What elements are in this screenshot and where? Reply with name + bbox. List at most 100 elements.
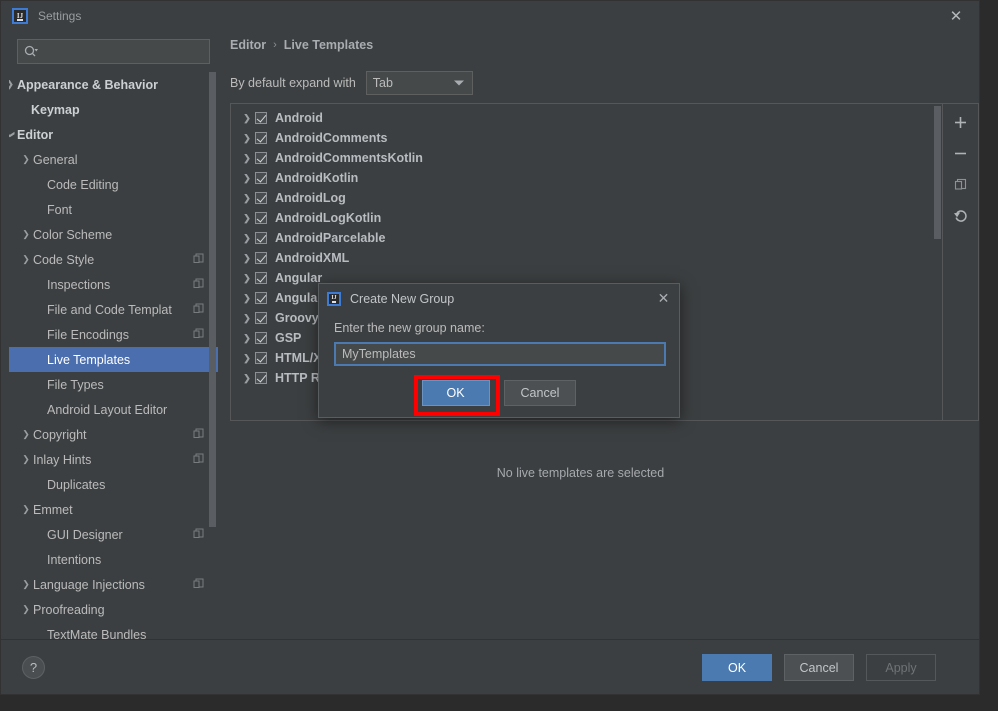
sidebar-item-file-and-code-templat[interactable]: File and Code Templat (9, 297, 218, 322)
sidebar-item-emmet[interactable]: ❯ Emmet (9, 497, 218, 522)
chevron-right-icon[interactable]: ❯ (19, 504, 33, 515)
chevron-right-icon[interactable]: ❯ (19, 229, 33, 240)
sidebar-item-code-style[interactable]: ❯ Code Style (9, 247, 218, 272)
template-group-row[interactable]: ❯ AndroidLogKotlin (231, 208, 942, 228)
template-group-row[interactable]: ❯ AndroidXML (231, 248, 942, 268)
dialog-title: Create New Group (350, 291, 455, 306)
intellij-idea-icon: IJ (12, 8, 28, 24)
settings-ok-button[interactable]: OK (702, 654, 772, 681)
settings-apply-button[interactable]: Apply (866, 654, 936, 681)
chevron-right-icon[interactable]: ❯ (9, 79, 17, 90)
group-name-input[interactable] (334, 342, 666, 366)
sidebar-item-file-encodings[interactable]: File Encodings (9, 322, 218, 347)
chevron-right-icon[interactable]: ❯ (239, 333, 255, 344)
sidebar-item-live-templates[interactable]: Live Templates (9, 347, 218, 372)
list-scrollbar-thumb[interactable] (934, 106, 941, 239)
remove-template-button[interactable] (947, 141, 975, 165)
template-group-checkbox[interactable] (255, 152, 267, 164)
template-group-checkbox[interactable] (255, 292, 267, 304)
template-group-row[interactable]: ❯ AndroidKotlin (231, 168, 942, 188)
chevron-right-icon[interactable]: ❯ (19, 254, 33, 265)
sidebar-item-color-scheme[interactable]: ❯ Color Scheme (9, 222, 218, 247)
dialog-close-icon[interactable]: ✕ (655, 290, 672, 307)
sidebar-item-font[interactable]: Font (9, 197, 218, 222)
template-group-checkbox[interactable] (255, 212, 267, 224)
chevron-right-icon[interactable]: ❯ (239, 253, 255, 264)
chevron-right-icon[interactable]: ❯ (239, 213, 255, 224)
chevron-right-icon[interactable]: ❯ (239, 233, 255, 244)
settings-sidebar: ❯Appearance & BehaviorKeymap❯Editor❯Gene… (9, 31, 218, 657)
template-group-row[interactable]: ❯ AndroidComments (231, 128, 942, 148)
sidebar-item-label: General (33, 152, 78, 167)
sidebar-item-label: File Types (47, 377, 104, 392)
chevron-right-icon[interactable]: ❯ (239, 153, 255, 164)
search-input[interactable] (43, 44, 203, 59)
chevron-right-icon[interactable]: ❯ (19, 604, 33, 615)
chevron-right-icon[interactable]: ❯ (19, 579, 33, 590)
chevron-down-icon[interactable]: ❯ (9, 128, 16, 142)
chevron-right-icon[interactable]: ❯ (239, 173, 255, 184)
sidebar-item-copyright[interactable]: ❯ Copyright (9, 422, 218, 447)
sidebar-item-label: Live Templates (47, 352, 131, 367)
breadcrumb-parent[interactable]: Editor (230, 38, 266, 52)
sidebar-item-editor[interactable]: ❯Editor (9, 122, 218, 147)
template-group-checkbox[interactable] (255, 312, 267, 324)
chevron-right-icon[interactable]: ❯ (19, 154, 33, 165)
sidebar-item-gui-designer[interactable]: GUI Designer (9, 522, 218, 547)
template-group-checkbox[interactable] (255, 132, 267, 144)
add-template-button[interactable] (947, 110, 975, 134)
template-group-row[interactable]: ❯ Android (231, 108, 942, 128)
chevron-right-icon[interactable]: ❯ (239, 133, 255, 144)
copy-icon (193, 328, 204, 342)
help-icon[interactable]: ? (22, 656, 45, 679)
expand-with-select[interactable]: Tab (365, 71, 473, 95)
template-group-row[interactable]: ❯ AndroidLog (231, 188, 942, 208)
sidebar-item-duplicates[interactable]: Duplicates (9, 472, 218, 497)
list-scrollbar-track[interactable] (933, 104, 942, 420)
chevron-right-icon[interactable]: ❯ (239, 293, 255, 304)
sidebar-item-keymap[interactable]: Keymap (9, 97, 218, 122)
template-group-row[interactable]: ❯ AndroidParcelable (231, 228, 942, 248)
settings-cancel-button[interactable]: Cancel (784, 654, 854, 681)
template-group-checkbox[interactable] (255, 372, 267, 384)
template-group-checkbox[interactable] (255, 352, 267, 364)
chevron-right-icon[interactable]: ❯ (19, 429, 33, 440)
chevron-right-icon[interactable]: ❯ (239, 113, 255, 124)
sidebar-scrollbar-thumb[interactable] (209, 72, 216, 527)
chevron-right-icon[interactable]: ❯ (19, 454, 33, 465)
chevron-right-icon[interactable]: ❯ (239, 353, 255, 364)
dialog-ok-button[interactable]: OK (421, 380, 490, 406)
template-group-row[interactable]: ❯ AndroidCommentsKotlin (231, 148, 942, 168)
template-group-checkbox[interactable] (255, 272, 267, 284)
chevron-right-icon[interactable]: ❯ (239, 193, 255, 204)
chevron-right-icon[interactable]: ❯ (239, 313, 255, 324)
duplicate-template-button[interactable] (947, 172, 975, 196)
chevron-right-icon[interactable]: ❯ (239, 373, 255, 384)
template-group-checkbox[interactable] (255, 252, 267, 264)
sidebar-item-code-editing[interactable]: Code Editing (9, 172, 218, 197)
sidebar-item-inspections[interactable]: Inspections (9, 272, 218, 297)
template-group-checkbox[interactable] (255, 192, 267, 204)
sidebar-item-language-injections[interactable]: ❯ Language Injections (9, 572, 218, 597)
sidebar-item-label: Font (47, 202, 73, 217)
dialog-cancel-button[interactable]: Cancel (503, 380, 577, 406)
sidebar-item-proofreading[interactable]: ❯ Proofreading (9, 597, 218, 622)
sidebar-item-general[interactable]: ❯ General (9, 147, 218, 172)
chevron-right-icon[interactable]: ❯ (239, 273, 255, 284)
template-group-checkbox[interactable] (255, 232, 267, 244)
close-icon[interactable]: ✕ (933, 1, 979, 31)
sidebar-item-android-layout-editor[interactable]: Android Layout Editor (9, 397, 218, 422)
dialog-app-icon-underline (332, 300, 336, 303)
sidebar-scrollbar-track[interactable] (209, 72, 217, 657)
sidebar-item-intentions[interactable]: Intentions (9, 547, 218, 572)
sidebar-item-file-types[interactable]: File Types (9, 372, 218, 397)
copy-icon (193, 453, 204, 467)
template-group-checkbox[interactable] (255, 112, 267, 124)
template-group-checkbox[interactable] (255, 172, 267, 184)
copy-icon (193, 528, 204, 542)
sidebar-item-appearance-behavior[interactable]: ❯Appearance & Behavior (9, 72, 218, 97)
search-box[interactable] (17, 39, 210, 64)
template-group-checkbox[interactable] (255, 332, 267, 344)
restore-defaults-button[interactable] (947, 203, 975, 227)
sidebar-item-inlay-hints[interactable]: ❯ Inlay Hints (9, 447, 218, 472)
